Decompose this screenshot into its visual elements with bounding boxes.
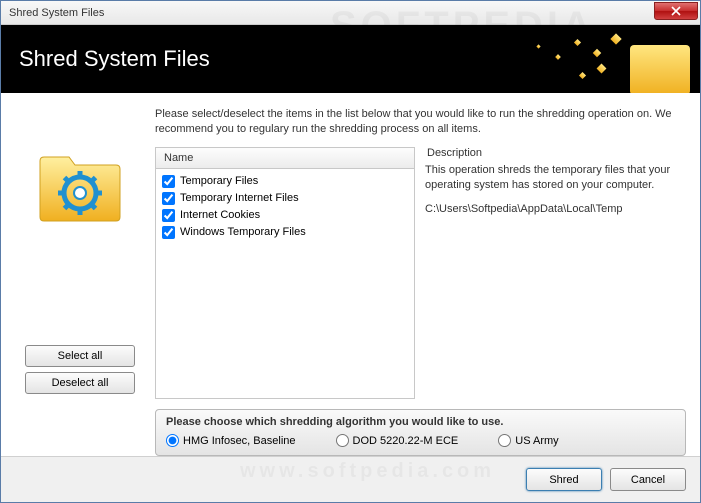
window-title: Shred System Files (5, 7, 104, 19)
algorithm-label: DOD 5220.22-M ECE (353, 435, 459, 447)
algorithm-label: HMG Infosec, Baseline (183, 435, 296, 447)
header-graphic (500, 25, 700, 93)
description-label: Description (425, 147, 686, 159)
list-item[interactable]: Temporary Internet Files (162, 190, 408, 207)
left-column: Select all Deselect all (15, 147, 145, 399)
item-label: Windows Temporary Files (180, 226, 306, 238)
deselect-all-button[interactable]: Deselect all (25, 372, 135, 394)
description-path: C:\Users\Softpedia\AppData\Local\Temp (425, 202, 686, 217)
shred-button[interactable]: Shred (526, 468, 602, 491)
description-text: This operation shreds the temporary file… (425, 163, 686, 193)
list-body: Temporary Files Temporary Internet Files… (155, 169, 415, 399)
item-label: Internet Cookies (180, 209, 260, 221)
header-band: Shred System Files (1, 25, 700, 93)
item-checkbox[interactable] (162, 226, 175, 239)
algorithm-option[interactable]: US Army (498, 434, 558, 447)
content-area: Please select/deselect the items in the … (1, 93, 700, 456)
cancel-button[interactable]: Cancel (610, 468, 686, 491)
item-label: Temporary Internet Files (180, 192, 299, 204)
algorithm-title: Please choose which shredding algorithm … (166, 416, 675, 428)
item-checkbox[interactable] (162, 192, 175, 205)
description-column: Description This operation shreds the te… (425, 147, 686, 399)
header-title: Shred System Files (19, 46, 210, 72)
description-body: This operation shreds the temporary file… (425, 163, 686, 399)
list-column-header[interactable]: Name (155, 147, 415, 169)
list-item[interactable]: Temporary Files (162, 173, 408, 190)
list-item[interactable]: Internet Cookies (162, 207, 408, 224)
item-checkbox[interactable] (162, 175, 175, 188)
algorithm-radio[interactable] (498, 434, 511, 447)
algorithm-group: Please choose which shredding algorithm … (155, 409, 686, 456)
close-icon (671, 6, 681, 16)
instruction-text: Please select/deselect the items in the … (155, 107, 686, 137)
algorithm-option[interactable]: DOD 5220.22-M ECE (336, 434, 459, 447)
close-button[interactable] (654, 2, 698, 20)
algorithm-label: US Army (515, 435, 558, 447)
folder-gear-icon (35, 147, 125, 225)
items-list: Name Temporary Files Temporary Internet … (155, 147, 415, 399)
list-item[interactable]: Windows Temporary Files (162, 224, 408, 241)
titlebar: Shred System Files (1, 1, 700, 25)
select-all-button[interactable]: Select all (25, 345, 135, 367)
item-checkbox[interactable] (162, 209, 175, 222)
item-label: Temporary Files (180, 175, 258, 187)
algorithm-radio[interactable] (336, 434, 349, 447)
algorithm-radio[interactable] (166, 434, 179, 447)
algorithm-option[interactable]: HMG Infosec, Baseline (166, 434, 296, 447)
footer: Shred Cancel (1, 456, 700, 502)
